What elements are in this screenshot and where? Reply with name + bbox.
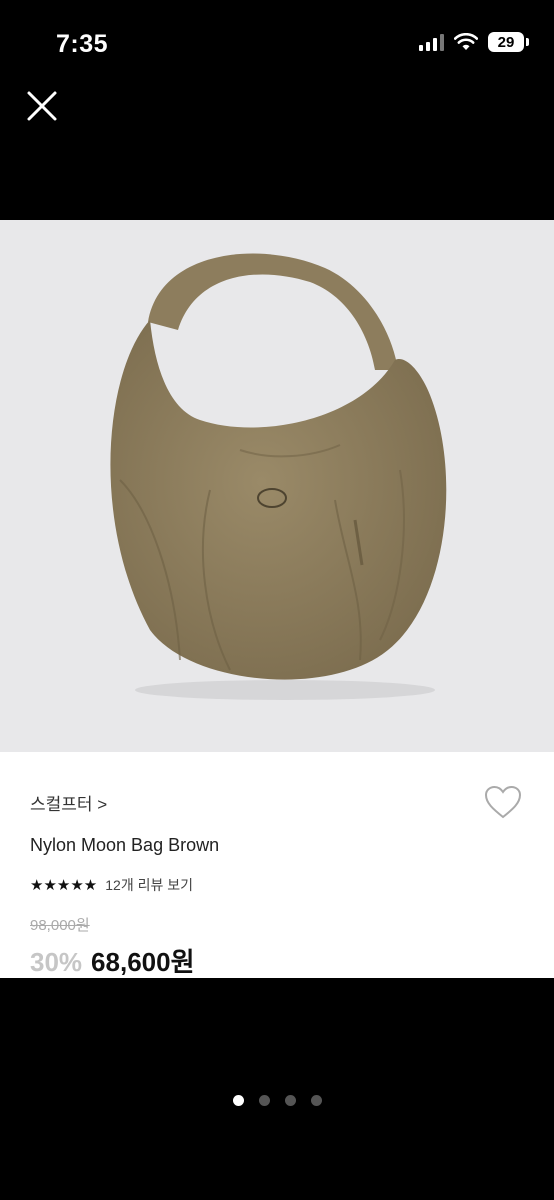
battery-icon: 29 (488, 32, 529, 52)
status-bar: 7:35 29 (0, 0, 554, 90)
status-icons: 29 (419, 32, 529, 52)
bag-illustration (0, 220, 554, 752)
carousel-dot[interactable] (232, 1095, 244, 1106)
price-row: 30% 68,600원 (30, 942, 195, 979)
close-icon (27, 91, 57, 121)
carousel-dot[interactable] (284, 1095, 296, 1106)
carousel-dot[interactable] (310, 1095, 322, 1106)
product-image[interactable] (0, 220, 554, 752)
sale-price: 68,600원 (91, 947, 195, 977)
product-name: Nylon Moon Bag Brown (30, 835, 220, 855)
original-price: 98,000원 (30, 917, 90, 934)
status-time: 7:35 (56, 30, 109, 58)
close-button[interactable] (26, 90, 58, 122)
product-card: 스컬프터 > Nylon Moon Bag Brown ★★★★★ 12개 리뷰… (0, 220, 554, 978)
signal-icon (419, 33, 444, 51)
product-info: 스컬프터 > Nylon Moon Bag Brown ★★★★★ 12개 리뷰… (0, 752, 554, 978)
carousel-indicator (0, 1095, 554, 1106)
star-rating: ★★★★★ (30, 877, 98, 894)
discount-rate: 30% (30, 947, 83, 977)
wifi-icon (454, 33, 478, 50)
heart-icon (484, 785, 522, 819)
review-link[interactable]: 12개 리뷰 보기 (105, 875, 193, 895)
brand-link[interactable]: 스컬프터 > (30, 790, 107, 815)
rating-row[interactable]: ★★★★★ 12개 리뷰 보기 (30, 875, 193, 895)
wishlist-button[interactable] (483, 784, 523, 820)
carousel-dot[interactable] (258, 1095, 270, 1106)
